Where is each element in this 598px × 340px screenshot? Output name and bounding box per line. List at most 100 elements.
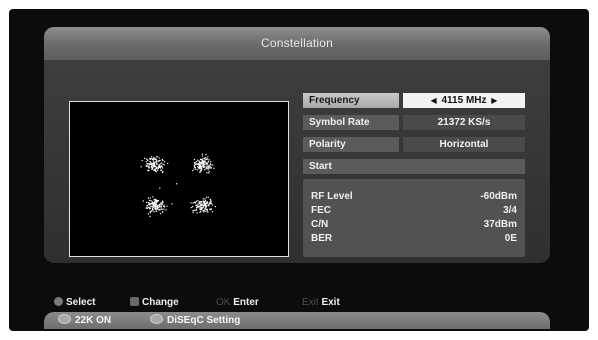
constellation-point <box>163 204 165 206</box>
triangle-right-icon[interactable]: ▶ <box>489 96 499 105</box>
constellation-point <box>195 202 197 204</box>
lnb-22k-button[interactable]: 22K ON <box>58 314 111 326</box>
constellation-point <box>159 187 161 189</box>
constellation-point <box>152 206 154 208</box>
constellation-point <box>203 160 205 162</box>
info-value: -60dBm <box>480 191 517 202</box>
constellation-point <box>160 203 162 205</box>
constellation-point <box>212 164 214 166</box>
constellation-point <box>163 206 166 208</box>
param-row-polarity[interactable]: Polarity Horizontal <box>303 137 525 152</box>
constellation-point <box>205 157 207 159</box>
constellation-point <box>149 197 151 199</box>
constellation-point <box>207 172 209 174</box>
constellation-point <box>151 156 153 158</box>
constellation-point <box>197 200 199 202</box>
constellation-point <box>160 169 162 171</box>
constellation-point <box>152 208 154 210</box>
constellation-point <box>205 210 207 212</box>
constellation-point <box>161 169 163 171</box>
constellation-point <box>144 157 146 159</box>
constellation-point <box>158 160 160 163</box>
constellation-point <box>211 211 214 213</box>
signal-info-panel: RF Level -60dBm FEC 3/4 C/N 37dBm BER 0E <box>303 179 525 257</box>
constellation-point <box>153 168 155 170</box>
constellation-point <box>206 205 208 207</box>
constellation-point <box>153 211 155 213</box>
param-label-symbol-rate: Symbol Rate <box>303 115 399 130</box>
constellation-point <box>206 162 208 164</box>
constellation-point <box>195 163 198 165</box>
constellation-point <box>147 159 149 162</box>
constellation-point <box>201 162 203 165</box>
constellation-point <box>154 169 156 171</box>
constellation-point <box>204 204 206 206</box>
constellation-point <box>141 159 143 162</box>
constellation-point <box>150 158 152 160</box>
constellation-point <box>190 202 192 204</box>
constellation-point <box>197 162 199 164</box>
polarity-value[interactable]: Horizontal <box>403 137 525 152</box>
constellation-point <box>152 204 155 206</box>
info-row-cn: C/N 37dBm <box>311 219 517 232</box>
constellation-point <box>192 202 194 204</box>
frequency-value-field[interactable]: ◀ 4115 MHz ▶ <box>403 93 525 108</box>
constellation-point <box>207 211 209 213</box>
constellation-point <box>207 202 209 204</box>
constellation-point <box>145 207 147 209</box>
constellation-point <box>156 156 158 158</box>
constellation-point <box>159 159 161 161</box>
constellation-point <box>149 212 151 214</box>
constellation-point <box>145 164 147 167</box>
constellation-point <box>210 167 213 169</box>
info-label: BER <box>311 233 333 244</box>
constellation-point <box>207 156 209 158</box>
constellation-point <box>201 153 203 155</box>
constellation-point <box>146 201 148 203</box>
start-button[interactable]: Start <box>303 159 525 174</box>
constellation-point <box>193 162 196 164</box>
symbol-rate-value[interactable]: 21372 KS/s <box>403 115 525 130</box>
constellation-point <box>142 200 144 202</box>
constellation-point <box>159 205 161 207</box>
exit-key-label: Exit <box>302 297 319 308</box>
constellation-point <box>153 157 155 159</box>
constellation-point <box>198 160 201 162</box>
constellation-point <box>204 198 206 200</box>
info-row-fec: FEC 3/4 <box>311 205 517 218</box>
constellation-point <box>213 167 215 169</box>
constellation-point <box>155 167 157 169</box>
constellation-point <box>159 163 162 165</box>
constellation-point <box>208 159 210 161</box>
constellation-point <box>140 166 142 168</box>
constellation-point <box>204 205 207 208</box>
constellation-plot <box>140 153 216 217</box>
constellation-point <box>149 199 151 201</box>
diseqc-setting-button[interactable]: DiSEqC Setting <box>150 314 240 326</box>
constellation-point <box>162 163 164 165</box>
constellation-point <box>200 164 202 166</box>
constellation-point <box>205 154 207 156</box>
constellation-point <box>146 205 148 207</box>
param-row-symbol-rate[interactable]: Symbol Rate 21372 KS/s <box>303 115 525 130</box>
constellation-point <box>149 215 151 217</box>
constellation-point <box>202 204 204 206</box>
constellation-point <box>157 200 160 202</box>
tv-screen: Constellation Frequency ◀ 4115 MHz ▶ Sym… <box>9 9 589 331</box>
constellation-point <box>196 200 198 202</box>
constellation-point <box>156 161 158 163</box>
constellation-point <box>202 158 204 160</box>
constellation-point <box>195 204 197 206</box>
constellation-point <box>157 205 159 207</box>
triangle-left-icon[interactable]: ◀ <box>429 96 439 105</box>
constellation-point <box>190 207 192 209</box>
constellation-point <box>205 203 207 205</box>
param-row-frequency[interactable]: Frequency ◀ 4115 MHz ▶ <box>303 93 525 108</box>
constellation-point <box>160 206 162 208</box>
constellation-point <box>158 157 160 159</box>
constellation-point <box>199 208 201 210</box>
constellation-point <box>157 168 159 170</box>
constellation-point <box>207 167 209 169</box>
constellation-point <box>201 168 203 170</box>
constellation-point <box>200 210 202 213</box>
